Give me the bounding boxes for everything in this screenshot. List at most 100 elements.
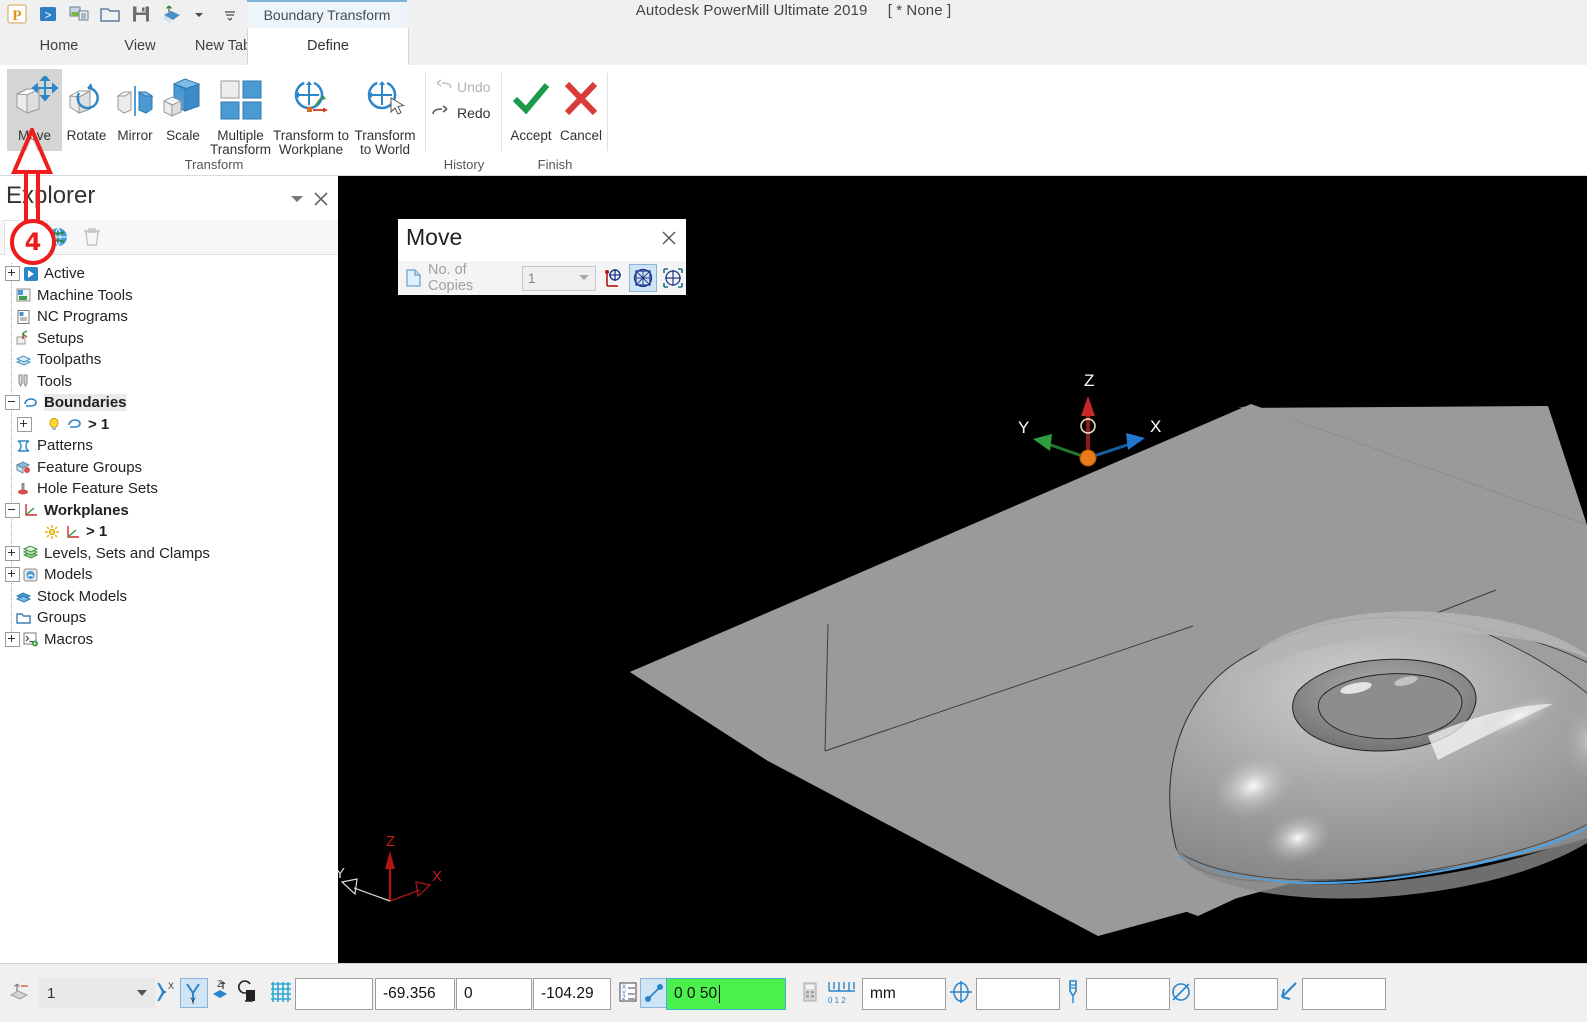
command-input-value: 0 0 50 (674, 985, 718, 1002)
move-interactive-icon[interactable] (661, 265, 686, 291)
tab-view-label: View (124, 38, 156, 54)
tree-item-feature-groups[interactable]: Feature Groups (0, 457, 338, 479)
mirror-button[interactable]: Mirror (111, 69, 159, 151)
undo-label: Undo (457, 78, 491, 95)
y-coordinate-value: 0 (464, 985, 473, 1002)
workplane-selector[interactable]: 1 (38, 978, 156, 1008)
expander-icon[interactable] (5, 567, 20, 583)
close-icon[interactable] (660, 229, 678, 247)
grid-icon[interactable] (268, 978, 294, 1006)
close-panel-icon[interactable] (312, 190, 330, 208)
x-coordinate-field[interactable]: -69.356 (375, 978, 455, 1010)
rotate-button-label: Rotate (66, 128, 107, 143)
expander-icon[interactable] (5, 502, 20, 518)
copies-value: 1 (527, 270, 536, 286)
tree-item-active[interactable]: Active (0, 263, 338, 285)
rotate-button[interactable]: Rotate (62, 69, 111, 151)
view-along-x-icon[interactable]: X (152, 978, 178, 1006)
chevron-down-icon (137, 990, 147, 996)
tree-item-boundary-1[interactable]: > 1 (0, 414, 338, 436)
z-coordinate-field[interactable]: -104.29 (533, 978, 611, 1010)
text-caret (719, 985, 721, 1003)
tree-label: Machine Tools (37, 286, 133, 304)
collapse-chevron-icon[interactable] (288, 190, 306, 208)
tree-item-machine-tools[interactable]: Machine Tools (0, 285, 338, 307)
tree-item-tools[interactable]: Tools (0, 371, 338, 393)
triad-label-x: X (1150, 417, 1161, 436)
expander-icon[interactable] (5, 545, 20, 561)
units-field[interactable]: mm (862, 978, 946, 1010)
expander-icon[interactable] (5, 631, 20, 647)
hole-feature-sets-icon (13, 481, 33, 497)
tree-item-hole-feature-sets[interactable]: Hole Feature Sets (0, 478, 338, 500)
multiple-transform-button[interactable]: Multiple Transform (209, 69, 272, 167)
scale-icon (160, 73, 206, 125)
expander-icon[interactable] (5, 395, 20, 411)
y-coordinate-field[interactable]: 0 (456, 978, 532, 1010)
redo-label: Redo (457, 104, 491, 121)
workplane-icon[interactable] (8, 978, 34, 1008)
tree-label: > 1 (86, 523, 108, 541)
tree-item-workplane-1[interactable]: > 1 (0, 521, 338, 543)
tree-item-macros[interactable]: Macros (0, 629, 338, 651)
tree-item-setups[interactable]: Setups (0, 328, 338, 350)
lightbulb-icon[interactable] (44, 416, 64, 432)
tree-label: Toolpaths (37, 351, 102, 369)
copy-page-icon[interactable] (405, 268, 423, 288)
tree-label: Feature Groups (37, 458, 143, 476)
tree-item-nc-programs[interactable]: NC Programs (0, 306, 338, 328)
tab-home-label: Home (39, 38, 79, 54)
angle-field[interactable] (1302, 978, 1386, 1010)
tab-view[interactable]: View (104, 28, 176, 65)
workplanes-icon (20, 502, 40, 518)
accept-button[interactable]: Accept (506, 69, 556, 151)
multiple-transform-button-label: Multiple Transform (209, 128, 271, 157)
tab-home[interactable]: Home (14, 28, 104, 65)
application-title: Autodesk PowerMill Ultimate 2019 [ * Non… (0, 2, 1587, 19)
tree-item-models[interactable]: Models (0, 564, 338, 586)
ribbon-group-finish: Finish Accept Cancel (502, 65, 608, 175)
svg-text:0 1 2: 0 1 2 (828, 996, 846, 1005)
xyz-list-icon[interactable]: XYZ (615, 978, 641, 1006)
shaded-view-icon[interactable] (236, 978, 262, 1006)
tree-item-patterns[interactable]: Patterns (0, 435, 338, 457)
z-coordinate-value: -104.29 (541, 985, 594, 1002)
transform-to-world-button[interactable]: Transform to World (350, 69, 420, 167)
transform-to-workplane-button[interactable]: Transform to Workplane (272, 69, 350, 167)
cancel-button[interactable]: Cancel (556, 69, 606, 151)
tree-item-stock-models[interactable]: Stock Models (0, 586, 338, 608)
active-workplane-icon[interactable] (42, 524, 62, 540)
expander-icon[interactable] (17, 416, 32, 432)
document-name: [ * None ] (887, 2, 952, 19)
blank-field[interactable] (295, 978, 373, 1010)
redo-button[interactable]: Redo (432, 104, 490, 121)
tab-define[interactable]: Define (247, 28, 409, 66)
tree-item-workplanes[interactable]: Workplanes (0, 500, 338, 522)
move-absolute-icon[interactable] (629, 264, 657, 292)
tree-item-toolpaths[interactable]: Toolpaths (0, 349, 338, 371)
expander-icon[interactable] (5, 266, 20, 282)
tolerance-field[interactable] (976, 978, 1060, 1010)
tool-icon (1060, 978, 1086, 1006)
vector-icon[interactable] (640, 978, 668, 1008)
explorer-panel: Explorer Active Machine Tools NC Program… (0, 176, 339, 963)
scale-button[interactable]: Scale (159, 69, 207, 151)
tree-item-levels-sets-clamps[interactable]: Levels, Sets and Clamps (0, 543, 338, 565)
move-relative-icon[interactable] (600, 265, 625, 291)
copies-dropdown[interactable]: 1 (521, 265, 596, 291)
tree-item-boundaries[interactable]: Boundaries (0, 392, 338, 414)
view-along-y-icon[interactable]: Y (180, 978, 208, 1008)
annotation-step-4-badge: 4 (10, 219, 56, 265)
diameter-field[interactable] (1194, 978, 1278, 1010)
tree-item-groups[interactable]: Groups (0, 607, 338, 629)
move-dialog[interactable]: Move No. of Copies 1 (398, 219, 686, 295)
tree-label: Active (44, 265, 85, 283)
3d-viewport[interactable]: Z Y X Z Y X Move No. of Copies 1 (338, 176, 1587, 963)
tolerance-target-icon (948, 978, 974, 1006)
command-input[interactable]: 0 0 50 (666, 978, 786, 1010)
tool-field[interactable] (1086, 978, 1170, 1010)
ribbon: Transform Move Rotate Mirror Scale Multi… (0, 65, 1587, 176)
tree-label: Stock Models (37, 587, 128, 605)
undo-button: Undo (432, 78, 490, 95)
view-along-z-icon[interactable]: Z (208, 978, 234, 1006)
